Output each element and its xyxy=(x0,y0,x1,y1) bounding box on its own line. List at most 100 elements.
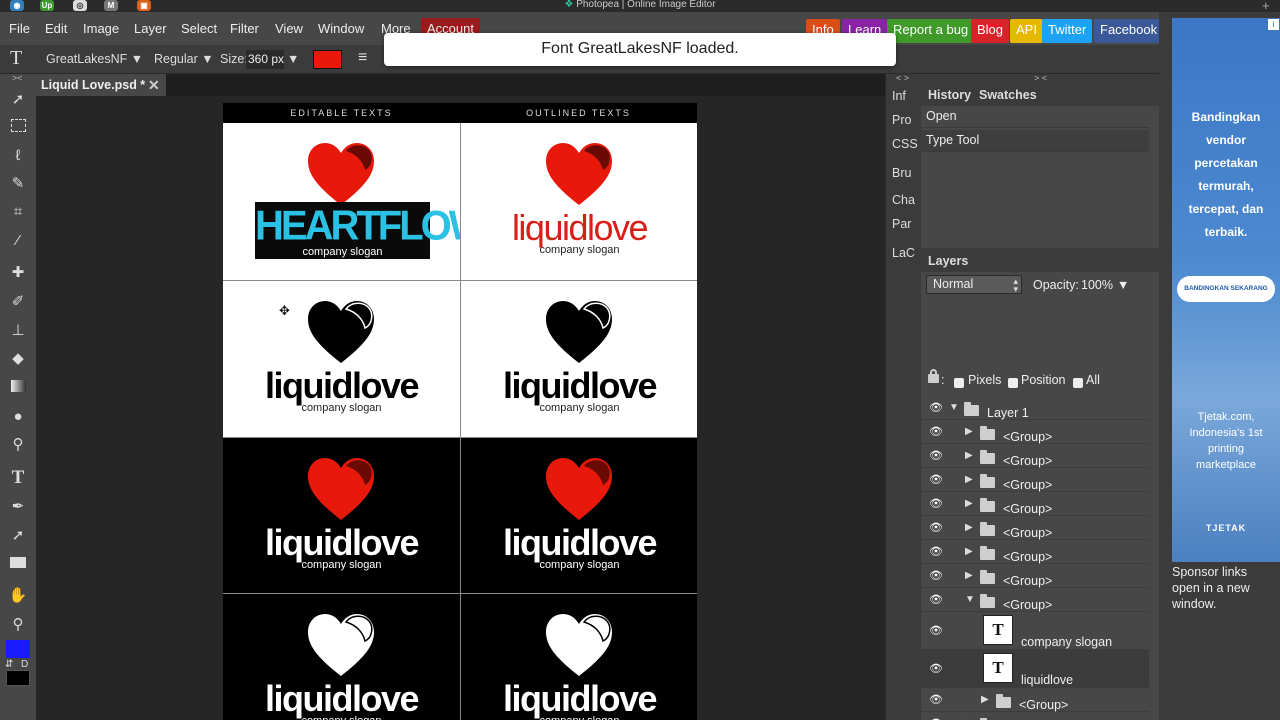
history-item[interactable]: Open xyxy=(921,106,1149,128)
layer-row-group[interactable]: 👁 ▶ <Group> xyxy=(921,564,1149,588)
lock-pixels-checkbox[interactable] xyxy=(954,378,964,388)
font-size-dropdown-icon[interactable]: ▼ xyxy=(287,52,299,66)
mini-panel-collapse-icon[interactable]: < > xyxy=(896,73,909,83)
logo-cell-white-on-black-outlined[interactable]: liquidlove company slogan xyxy=(461,594,697,720)
expand-arrow-icon[interactable]: ▶ xyxy=(965,498,973,509)
collapse-arrow-icon[interactable]: ▼ xyxy=(965,594,975,605)
layer-row-text[interactable]: 👁 Tcompany slogan xyxy=(921,612,1149,650)
visibility-eye-icon[interactable]: 👁 xyxy=(929,569,943,582)
eyedropper-icon[interactable]: ⁄ xyxy=(7,230,29,252)
menu-select[interactable]: Select xyxy=(181,21,217,36)
visibility-eye-icon[interactable]: 👁 xyxy=(929,624,943,637)
ad-cta-button[interactable]: BANDINGKAN SEKARANG xyxy=(1177,276,1275,302)
font-size-input[interactable]: 360 px xyxy=(246,50,284,69)
ad-info-icon[interactable]: i xyxy=(1268,19,1279,30)
stamp-icon[interactable]: ⊥ xyxy=(7,320,29,342)
align-left-icon[interactable]: ≡ xyxy=(358,49,367,67)
visibility-eye-icon[interactable]: 👁 xyxy=(929,693,943,706)
menu-file[interactable]: File xyxy=(9,21,30,36)
zoom-icon[interactable]: ⚲ xyxy=(7,614,29,636)
visibility-eye-icon[interactable]: 👁 xyxy=(929,449,943,462)
layer-row-group[interactable]: 👁 ▶ <Group> xyxy=(921,420,1149,444)
expand-arrow-icon[interactable]: ▶ xyxy=(965,570,973,581)
layer-row-group[interactable]: 👁 ▶ <Group> xyxy=(921,540,1149,564)
gradient-icon[interactable] xyxy=(7,377,29,399)
brush-icon[interactable]: ✐ xyxy=(7,291,29,313)
type-icon[interactable]: T xyxy=(7,467,29,489)
visibility-eye-icon[interactable]: 👁 xyxy=(929,473,943,486)
lock-all-checkbox[interactable] xyxy=(1073,378,1083,388)
report-bug-button[interactable]: Report a bug xyxy=(887,19,975,43)
panel-paragraph[interactable]: Par xyxy=(892,217,911,231)
move-icon[interactable]: ➚ xyxy=(7,89,29,111)
ad-banner[interactable]: i Bandingkan vendor percetakan termurah,… xyxy=(1172,18,1280,562)
panel-character[interactable]: Cha xyxy=(892,193,915,207)
menu-view[interactable]: View xyxy=(275,21,303,36)
visibility-eye-icon[interactable]: 👁 xyxy=(929,593,943,606)
panel-brush[interactable]: Bru xyxy=(892,166,911,180)
pen-icon[interactable]: ✒ xyxy=(7,496,29,518)
tab-layers[interactable]: Layers xyxy=(928,254,968,268)
expand-arrow-icon[interactable]: ▶ xyxy=(965,546,973,557)
right-panel-collapse-icon[interactable]: > < xyxy=(1034,73,1047,83)
expand-arrow-icon[interactable]: ▶ xyxy=(965,474,973,485)
api-button[interactable]: API xyxy=(1010,19,1043,43)
panel-layer-comps[interactable]: LaC xyxy=(892,246,915,260)
layer-row-group[interactable]: 👁 ▶ <Group> xyxy=(921,444,1149,468)
blur-icon[interactable]: ● xyxy=(7,406,29,428)
document-tab[interactable]: Liquid Love.psd * ✕ xyxy=(36,74,166,96)
menu-filter[interactable]: Filter xyxy=(230,21,259,36)
layer-row-group[interactable]: 👁 ▶ <Group> xyxy=(921,468,1149,492)
layer-row-group[interactable]: 👁 ▼ <Group> xyxy=(921,588,1149,612)
visibility-eye-icon[interactable]: 👁 xyxy=(929,545,943,558)
opacity-input[interactable]: 100% xyxy=(1081,278,1113,292)
panel-properties[interactable]: Pro xyxy=(892,113,911,127)
blog-button[interactable]: Blog xyxy=(971,19,1010,43)
visibility-eye-icon[interactable]: 👁 xyxy=(929,401,943,414)
crop-icon[interactable]: ⌗ xyxy=(7,201,29,223)
expand-arrow-icon[interactable]: ▶ xyxy=(965,450,973,461)
quick-select-icon[interactable]: ✎ xyxy=(7,173,29,195)
layer-row-group[interactable]: 👁 ▶ <Group> xyxy=(921,688,1149,712)
panel-css[interactable]: CSS xyxy=(892,137,918,151)
swap-colors-icon[interactable]: ⇵ xyxy=(5,659,13,670)
visibility-eye-icon[interactable]: 👁 xyxy=(929,425,943,438)
tab-history[interactable]: History xyxy=(928,88,971,102)
spot-heal-icon[interactable]: ✚ xyxy=(7,262,29,284)
document-canvas[interactable]: EDITABLE TEXTS OUTLINED TEXTS HEARTFLOW … xyxy=(223,103,697,720)
dodge-icon[interactable]: ⚲ xyxy=(7,434,29,456)
opacity-dropdown-icon[interactable]: ▼ xyxy=(1117,278,1129,292)
logo-cell-red-on-black[interactable]: liquidlove company slogan xyxy=(223,438,460,595)
logo-cell-heartflow[interactable]: HEARTFLOW company slogan xyxy=(223,123,460,280)
rectangle-icon[interactable] xyxy=(7,553,29,575)
logo-cell-black-outlined[interactable]: liquidlove company slogan xyxy=(461,281,697,438)
background-color-swatch[interactable] xyxy=(6,670,30,686)
logo-cell-black[interactable]: ✥ liquidlove company slogan xyxy=(223,281,460,438)
tab-swatches[interactable]: Swatches xyxy=(979,88,1037,102)
default-colors-icon[interactable]: D xyxy=(21,659,28,670)
foreground-color-swatch[interactable] xyxy=(6,640,30,658)
expand-arrow-icon[interactable]: ▶ xyxy=(965,522,973,533)
logo-cell-red-on-black-outlined[interactable]: liquidlove company slogan xyxy=(461,438,697,595)
menu-window[interactable]: Window xyxy=(318,21,364,36)
visibility-eye-icon[interactable]: 👁 xyxy=(929,662,943,675)
visibility-eye-icon[interactable]: 👁 xyxy=(929,521,943,534)
logo-cell-red[interactable]: liquidlove company slogan xyxy=(461,123,697,280)
layer-row-group[interactable]: 👁▶Background Assets xyxy=(921,712,1149,720)
menu-edit[interactable]: Edit xyxy=(45,21,67,36)
tools-collapse-icon[interactable]: >< xyxy=(12,73,23,83)
layer-row-group[interactable]: 👁 ▶ <Group> xyxy=(921,492,1149,516)
visibility-eye-icon[interactable]: 👁 xyxy=(929,497,943,510)
logo-cell-white-on-black[interactable]: liquidlove company slogan xyxy=(223,594,460,720)
font-style-select[interactable]: Regular ▼ xyxy=(154,52,214,66)
layer-row-group[interactable]: 👁 ▼ Layer 1 xyxy=(921,396,1149,420)
facebook-button[interactable]: Facebook xyxy=(1094,19,1164,43)
close-tab-icon[interactable]: ✕ xyxy=(148,77,160,94)
collapse-arrow-icon[interactable]: ▼ xyxy=(949,402,959,413)
hand-icon[interactable]: ✋ xyxy=(7,585,29,607)
lock-position-checkbox[interactable] xyxy=(1008,378,1018,388)
panel-info[interactable]: Inf xyxy=(892,89,906,103)
layer-row-group[interactable]: 👁 ▶ <Group> xyxy=(921,516,1149,540)
blend-mode-select[interactable]: Normal ▴ ▾ xyxy=(926,275,1022,294)
expand-arrow-icon[interactable]: ▶ xyxy=(981,694,989,705)
